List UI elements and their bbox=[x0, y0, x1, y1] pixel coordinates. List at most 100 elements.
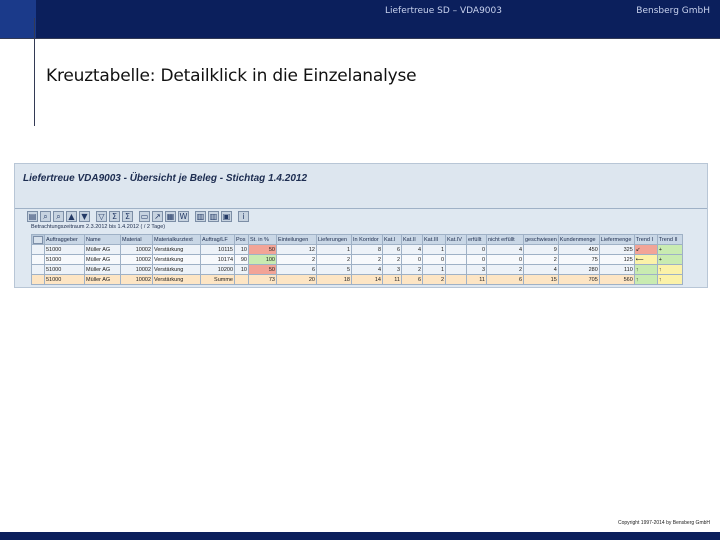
column-header[interactable]: geschwiesen bbox=[523, 234, 559, 245]
table-cell[interactable]: 6 bbox=[401, 274, 423, 285]
column-header[interactable]: St. in % bbox=[248, 234, 277, 245]
table-cell[interactable]: 4 bbox=[351, 264, 383, 275]
table-cell[interactable]: 2 bbox=[351, 254, 383, 265]
table-cell[interactable]: 6 bbox=[382, 244, 402, 255]
table-cell[interactable]: 51000 bbox=[44, 254, 85, 265]
table-cell[interactable]: 11 bbox=[466, 274, 487, 285]
table-cell[interactable] bbox=[445, 254, 467, 265]
table-cell[interactable]: 15 bbox=[523, 274, 559, 285]
table-cell[interactable]: 50 bbox=[248, 244, 277, 255]
table-cell[interactable]: ↑ bbox=[656, 274, 683, 285]
table-cell[interactable]: 0 bbox=[466, 244, 487, 255]
table-cell[interactable]: 51000 bbox=[44, 274, 85, 285]
table-cell[interactable]: Summe bbox=[200, 274, 235, 285]
table-cell[interactable]: 1 bbox=[422, 244, 446, 255]
spreadsheet-icon[interactable]: ▦ bbox=[165, 210, 176, 222]
table-cell[interactable]: 110 bbox=[598, 264, 635, 275]
column-header[interactable]: Einteilungen bbox=[276, 234, 317, 245]
table-cell[interactable]: ↑ bbox=[633, 264, 658, 275]
sort-asc-icon[interactable]: ▲ bbox=[66, 210, 77, 222]
table-cell[interactable]: Verstärkung bbox=[152, 274, 201, 285]
table-cell[interactable]: 73 bbox=[248, 274, 277, 285]
column-header[interactable]: Name bbox=[84, 234, 121, 245]
table-cell[interactable]: 8 bbox=[351, 244, 383, 255]
table-cell[interactable]: 6 bbox=[276, 264, 317, 275]
table-cell[interactable]: 2 bbox=[523, 254, 559, 265]
column-header[interactable]: erfüllt bbox=[466, 234, 487, 245]
table-cell[interactable]: 450 bbox=[557, 244, 600, 255]
row-selector[interactable] bbox=[31, 244, 45, 255]
table-cell[interactable]: 9 bbox=[523, 244, 559, 255]
column-header[interactable]: nicht erfüllt bbox=[486, 234, 524, 245]
table-cell[interactable]: 6 bbox=[486, 274, 524, 285]
column-header[interactable]: Kat.III bbox=[422, 234, 446, 245]
table-cell[interactable]: 3 bbox=[466, 264, 487, 275]
table-cell[interactable]: + bbox=[656, 244, 683, 255]
table-cell[interactable]: 12 bbox=[276, 244, 317, 255]
table-cell[interactable]: 2 bbox=[382, 254, 402, 265]
table-cell[interactable]: 125 bbox=[598, 254, 635, 265]
choose-layout-icon[interactable]: ▥ bbox=[208, 210, 219, 222]
table-cell[interactable]: 100 bbox=[248, 254, 277, 265]
table-cell[interactable]: 325 bbox=[598, 244, 635, 255]
table-cell[interactable]: 51000 bbox=[44, 264, 85, 275]
select-all-cell[interactable] bbox=[31, 234, 45, 245]
filter-icon[interactable]: ▽ bbox=[96, 210, 107, 222]
column-header[interactable]: Trend I bbox=[633, 234, 658, 245]
table-cell[interactable]: 280 bbox=[557, 264, 600, 275]
table-cell[interactable]: ↑ bbox=[656, 264, 683, 275]
table-cell[interactable]: 18 bbox=[316, 274, 352, 285]
table-cell[interactable]: 20 bbox=[276, 274, 317, 285]
table-cell[interactable]: ↙ bbox=[633, 244, 658, 255]
detail-icon[interactable]: ▤ bbox=[27, 210, 38, 222]
table-cell[interactable]: 1 bbox=[422, 264, 446, 275]
table-cell[interactable]: 11 bbox=[382, 274, 402, 285]
table-cell[interactable]: 4 bbox=[523, 264, 559, 275]
export-icon[interactable]: ↗ bbox=[152, 210, 163, 222]
table-cell[interactable]: Verstärkung bbox=[152, 254, 201, 265]
table-row[interactable]: 51000 Müller AG 10002 Verstärkung 10115 10 50 1… bbox=[31, 244, 683, 255]
table-cell[interactable]: Verstärkung bbox=[152, 264, 201, 275]
table-cell[interactable]: 10002 bbox=[120, 264, 153, 275]
table-cell[interactable]: 10 bbox=[234, 264, 249, 275]
row-selector[interactable] bbox=[31, 274, 45, 285]
table-cell[interactable]: + bbox=[656, 254, 683, 265]
table-cell[interactable]: 50 bbox=[248, 264, 277, 275]
sum-icon[interactable]: Σ bbox=[109, 210, 120, 222]
table-cell[interactable]: 0 bbox=[466, 254, 487, 265]
table-row[interactable]: 51000 Müller AG 10002 Verstärkung 10174 90 100… bbox=[31, 254, 683, 265]
table-cell[interactable]: ⟵ bbox=[633, 254, 658, 265]
table-cell[interactable]: 75 bbox=[557, 254, 600, 265]
table-cell[interactable]: 0 bbox=[422, 254, 446, 265]
table-cell[interactable]: ↑ bbox=[633, 274, 658, 285]
info-icon[interactable]: i bbox=[238, 210, 249, 222]
table-cell[interactable]: 10115 bbox=[200, 244, 235, 255]
table-cell[interactable] bbox=[234, 274, 249, 285]
table-cell[interactable]: 2 bbox=[276, 254, 317, 265]
table-cell[interactable]: 4 bbox=[401, 244, 423, 255]
column-header[interactable]: Lieferungen bbox=[316, 234, 352, 245]
layout-icon[interactable]: ▥ bbox=[195, 210, 206, 222]
table-cell[interactable]: 2 bbox=[422, 274, 446, 285]
table-cell[interactable]: 2 bbox=[401, 264, 423, 275]
column-header[interactable]: Liefermenge bbox=[598, 234, 635, 245]
column-header[interactable]: Kat.II bbox=[401, 234, 423, 245]
table-cell[interactable]: 90 bbox=[234, 254, 249, 265]
table-cell[interactable] bbox=[445, 244, 467, 255]
column-header[interactable]: Kat.IV bbox=[445, 234, 467, 245]
table-cell[interactable]: 10002 bbox=[120, 274, 153, 285]
table-cell[interactable]: 10002 bbox=[120, 244, 153, 255]
table-cell[interactable]: 560 bbox=[598, 274, 635, 285]
column-header[interactable]: In Korridor bbox=[351, 234, 383, 245]
table-cell[interactable]: 10200 bbox=[200, 264, 235, 275]
table-cell[interactable]: 51000 bbox=[44, 244, 85, 255]
find-icon[interactable]: ⌕ bbox=[40, 210, 51, 222]
table-cell[interactable]: 5 bbox=[316, 264, 352, 275]
table-cell[interactable]: Müller AG bbox=[84, 274, 121, 285]
subtotal-icon[interactable]: Σ bbox=[122, 210, 133, 222]
table-cell[interactable]: 3 bbox=[382, 264, 402, 275]
table-cell[interactable]: 10002 bbox=[120, 254, 153, 265]
table-cell[interactable]: 705 bbox=[557, 274, 600, 285]
column-header[interactable]: Kundenmenge bbox=[557, 234, 600, 245]
table-cell[interactable]: 10174 bbox=[200, 254, 235, 265]
